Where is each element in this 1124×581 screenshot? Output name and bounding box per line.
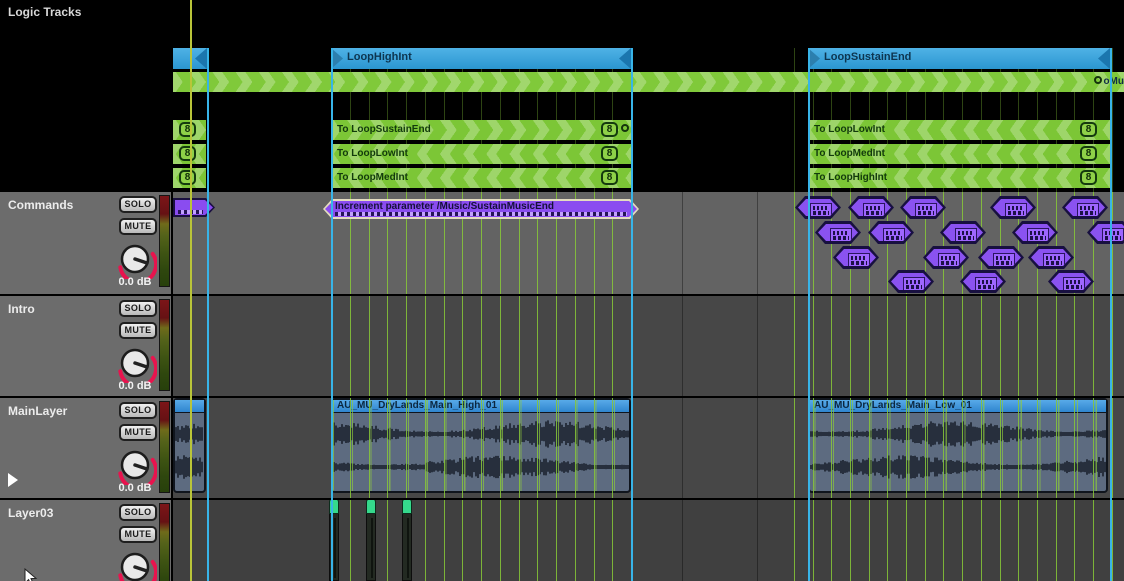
solo-button[interactable]: SOLO bbox=[119, 504, 157, 521]
playhead-line bbox=[189, 0, 192, 581]
logic-tracks-view: Logic Tracks LoopHighInt LoopSustainEnd … bbox=[0, 0, 1124, 581]
degree-marker-icon bbox=[1094, 76, 1102, 84]
segment-boundary-line bbox=[331, 48, 333, 581]
mute-button[interactable]: MUTE bbox=[119, 322, 157, 339]
level-meter bbox=[159, 401, 170, 493]
volume-knob[interactable] bbox=[113, 441, 157, 485]
segment-end-notch-icon bbox=[1098, 48, 1110, 69]
gridline bbox=[793, 48, 795, 581]
track-header-commands[interactable]: Commands SOLO MUTE 0.0 dB bbox=[0, 192, 173, 294]
solo-button[interactable]: SOLO bbox=[119, 402, 157, 419]
transition-segment[interactable]: To LoopLowInt 8 bbox=[808, 120, 1110, 140]
transition-segment[interactable]: To LoopMedInt 8 bbox=[808, 144, 1110, 164]
volume-knob[interactable] bbox=[113, 339, 157, 383]
mute-button[interactable]: MUTE bbox=[119, 218, 157, 235]
clip-gridlines bbox=[810, 400, 1106, 491]
command-bar-pattern bbox=[335, 212, 627, 216]
transition-segment[interactable]: To LoopMedInt 8 bbox=[331, 168, 631, 188]
segment-bar-loophighint[interactable]: LoopHighInt bbox=[331, 48, 631, 69]
solo-button[interactable]: SOLO bbox=[119, 300, 157, 317]
loop-chevron-bar[interactable]: oMu bbox=[173, 72, 1124, 92]
segment-end-notch-icon bbox=[195, 48, 207, 69]
oneshot-clip[interactable] bbox=[366, 498, 376, 581]
segment-boundary-line bbox=[808, 48, 810, 581]
transition-segment[interactable]: To LoopHighInt 8 bbox=[808, 168, 1110, 188]
transition-segment[interactable]: To LoopLowInt 8 bbox=[331, 144, 631, 164]
segment-boundary-line bbox=[630, 48, 633, 581]
oneshot-clip[interactable] bbox=[402, 498, 412, 581]
transition-segment[interactable]: To LoopSustainEnd 8 bbox=[331, 120, 631, 140]
volume-knob[interactable] bbox=[113, 235, 157, 279]
segment-boundary-line bbox=[206, 48, 209, 581]
segment-bar-loopsustainend[interactable]: LoopSustainEnd bbox=[808, 48, 1110, 69]
command-event-bar[interactable]: Increment parameter /Music/SustainMusicE… bbox=[323, 199, 639, 219]
segment-boundary-line bbox=[1109, 48, 1112, 581]
expand-track-icon[interactable] bbox=[8, 473, 18, 487]
audio-clip-main-low[interactable]: AU_MU_DryLands_Main_Low_01 bbox=[808, 398, 1108, 493]
level-meter bbox=[159, 503, 170, 581]
level-meter bbox=[159, 299, 170, 391]
panel-title: Logic Tracks bbox=[8, 5, 82, 19]
track-header-intro[interactable]: Intro SOLO MUTE 0.0 dB bbox=[0, 296, 173, 396]
bar-gridline bbox=[757, 48, 758, 581]
command-event-arrow[interactable] bbox=[173, 198, 215, 217]
bar-gridline bbox=[682, 48, 683, 581]
track-header-mainlayer[interactable]: MainLayer SOLO MUTE 0.0 dB bbox=[0, 398, 173, 498]
segment-end-notch-icon bbox=[619, 48, 631, 69]
volume-knob[interactable] bbox=[113, 543, 157, 581]
mouse-cursor-icon bbox=[24, 568, 38, 581]
degree-marker-icon bbox=[621, 124, 629, 132]
mute-button[interactable]: MUTE bbox=[119, 526, 157, 543]
solo-button[interactable]: SOLO bbox=[119, 196, 157, 213]
level-meter bbox=[159, 195, 170, 287]
mute-button[interactable]: MUTE bbox=[119, 424, 157, 441]
gridline bbox=[1111, 48, 1113, 581]
